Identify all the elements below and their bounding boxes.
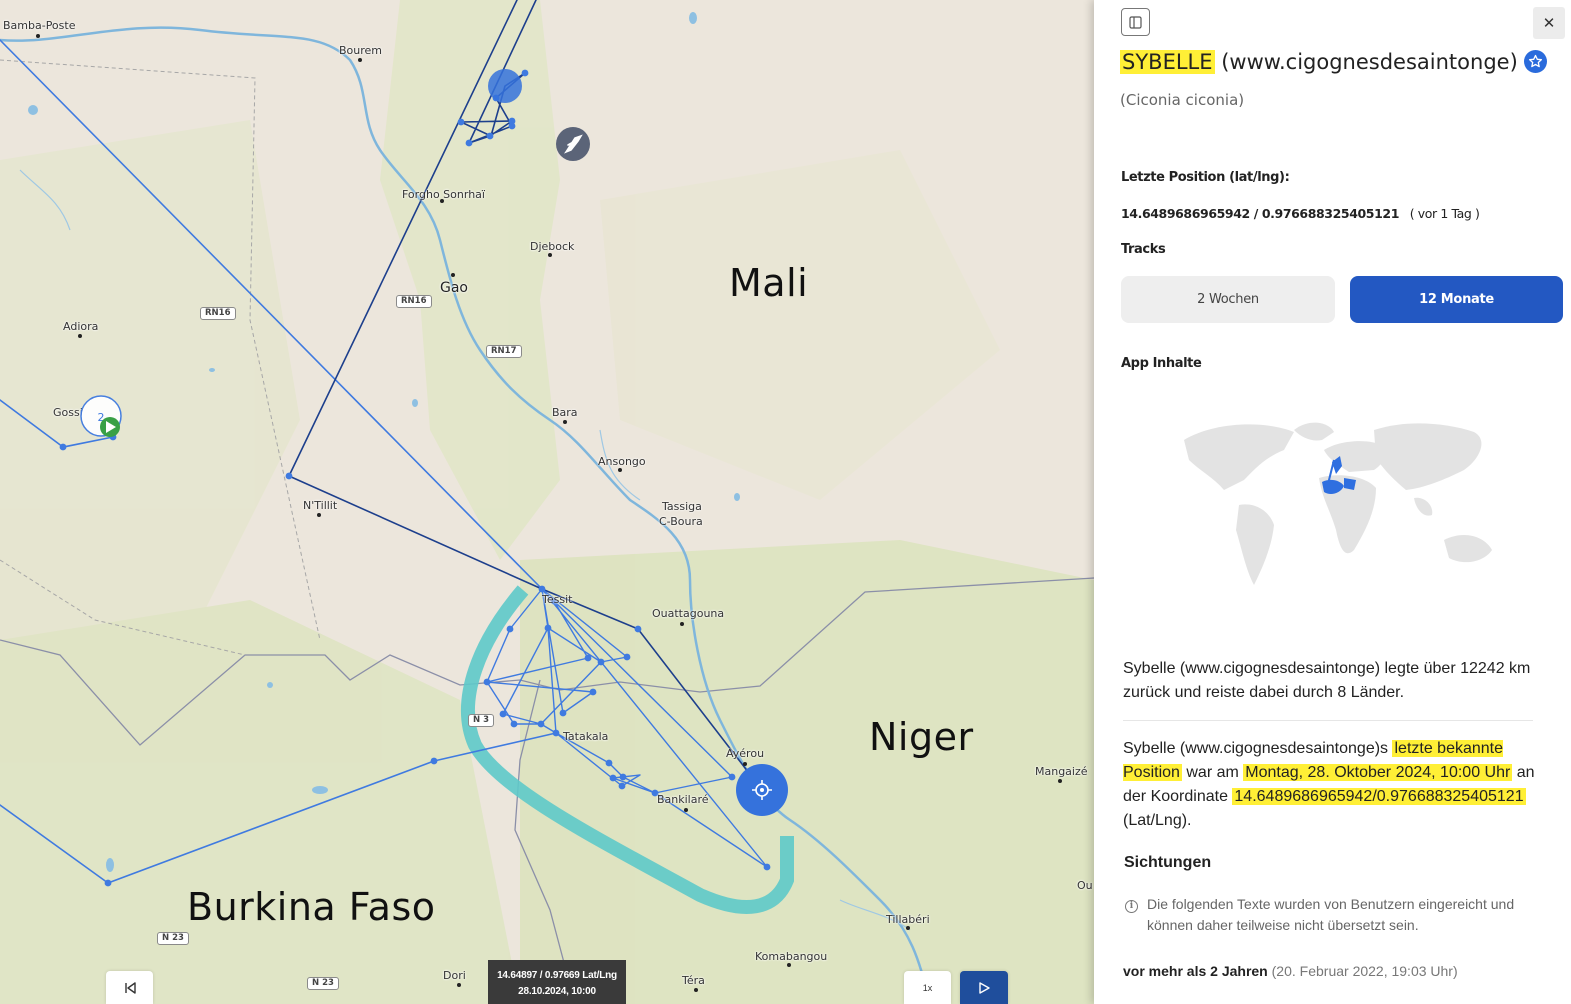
coordinate-tooltip-date: 28.10.2024, 10:00 — [518, 986, 596, 997]
lastpos-text: (Lat/Lng). — [1123, 812, 1192, 829]
stork-icon[interactable] — [556, 127, 590, 161]
lastpos-highlight: 14.6489686965942/0.976688325405121 — [1232, 788, 1526, 805]
close-icon: ✕ — [1542, 15, 1556, 32]
travel-summary: Sybelle (www.cigognesdesaintonge) legte … — [1123, 660, 1531, 701]
divider — [1123, 720, 1533, 721]
star-icon[interactable] — [1523, 49, 1547, 73]
sighting-entry: vor mehr als 2 Jahren (20. Februar 2022,… — [1123, 963, 1458, 979]
track-2-weeks-button[interactable]: 2 Wochen — [1121, 276, 1335, 323]
map-view[interactable]: Mali Niger Burkina Faso Bamba-Poste Bour… — [0, 0, 1094, 1004]
play-triangle-icon — [979, 981, 990, 994]
species-label: (Ciconia ciconia) — [1120, 91, 1245, 109]
position-coords: 14.6489686965942 / 0.976688325405121 — [1121, 206, 1399, 221]
speed-button[interactable]: 1x — [904, 971, 951, 1004]
track-12-months-button[interactable]: 12 Monate — [1350, 276, 1563, 323]
bird-detail-panel: ✕ SYBELLE (www.cigognesdesaintonge) (Cic… — [1094, 0, 1571, 1004]
position-marker[interactable] — [488, 69, 522, 103]
panel-toggle-button[interactable] — [1121, 8, 1150, 36]
close-button[interactable]: ✕ — [1533, 7, 1565, 39]
sightings-note: i Die folgenden Texte wurden von Benutze… — [1125, 894, 1545, 933]
coordinate-tooltip-coords: 14.64897 / 0.97669 Lat/Lng — [497, 970, 617, 981]
lastpos-highlight: Montag, 28. Oktober 2024, 10:00 Uhr — [1243, 764, 1513, 781]
sightings-heading: Sichtungen — [1124, 854, 1212, 871]
bird-name: SYBELLE — [1120, 50, 1215, 74]
bird-title: SYBELLE (www.cigognesdesaintonge) — [1120, 49, 1547, 75]
last-position-text: Sybelle (www.cigognesdesaintonge)s letzt… — [1123, 737, 1543, 833]
play-button[interactable] — [960, 971, 1008, 1004]
world-map-thumbnail — [1184, 422, 1492, 585]
sighting-date: (20. Februar 2022, 19:03 Uhr) — [1271, 963, 1458, 979]
markers-layer: 2 — [80, 69, 788, 816]
rewind-button[interactable] — [106, 971, 153, 1004]
app-root: Mali Niger Burkina Faso Bamba-Poste Bour… — [0, 0, 1571, 1004]
app-content-label: App Inhalte — [1121, 356, 1202, 371]
lastpos-text: Sybelle (www.cigognesdesaintonge)s — [1123, 740, 1393, 757]
position-label: Letzte Position (lat/lng): — [1121, 170, 1290, 185]
lastpos-text: war am — [1181, 764, 1244, 781]
bird-origin: (www.cigognesdesaintonge) — [1221, 50, 1518, 74]
play-icon[interactable] — [100, 417, 120, 437]
sightings-note-text: Die folgenden Texte wurden von Benutzern… — [1147, 896, 1515, 933]
target-icon[interactable] — [736, 764, 788, 816]
tracks-label: Tracks — [1121, 242, 1166, 257]
position-values: 14.6489686965942 / 0.976688325405121 ( v… — [1121, 206, 1480, 221]
info-icon: i — [1125, 900, 1138, 913]
sidebar-icon — [1129, 15, 1142, 29]
sighting-ago: vor mehr als 2 Jahren — [1123, 963, 1268, 979]
position-age: ( vor 1 Tag ) — [1409, 206, 1480, 221]
coordinate-tooltip: 14.64897 / 0.97669 Lat/Lng 28.10.2024, 1… — [488, 960, 626, 1004]
skip-back-icon — [124, 981, 136, 994]
